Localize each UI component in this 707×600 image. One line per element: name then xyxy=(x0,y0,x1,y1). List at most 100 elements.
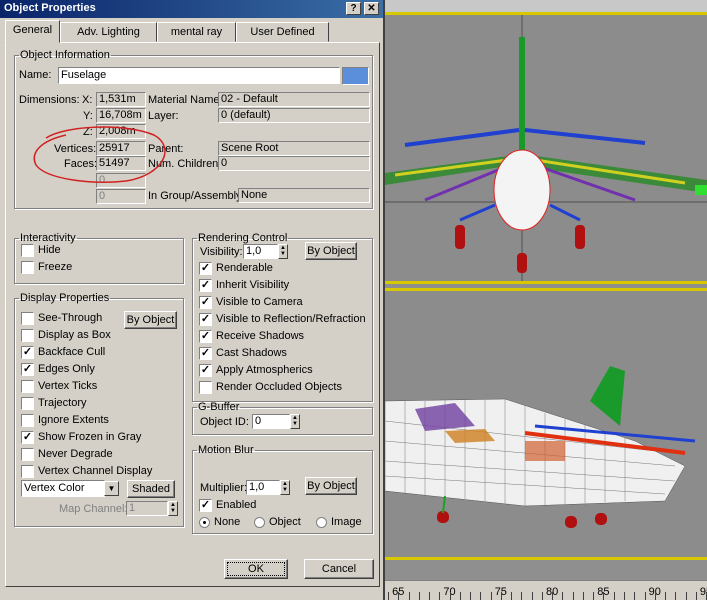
perspective-viewport[interactable] xyxy=(385,288,707,560)
render-apply-atmospherics-check-box[interactable]: ✓ xyxy=(199,364,212,377)
motion-blur-by-object-button[interactable]: By Object xyxy=(305,477,357,495)
tab-mental-ray[interactable]: mental ray xyxy=(157,22,236,42)
render-apply-atmospherics-checkbox[interactable]: ✓ Apply Atmospherics xyxy=(199,364,313,379)
freeze-label: Freeze xyxy=(38,261,73,273)
freeze-check-box[interactable] xyxy=(21,261,34,274)
display-see-through-label: See-Through xyxy=(38,312,103,324)
map-channel-spinner[interactable]: ▲ ▼ xyxy=(168,501,178,516)
rendering-by-object-button[interactable]: By Object xyxy=(305,242,357,260)
ruler-tick xyxy=(613,592,615,600)
visibility-input[interactable]: 1,0 xyxy=(243,244,278,259)
map-channel-input[interactable]: 1 xyxy=(126,501,168,516)
hide-checkbox[interactable]: Hide xyxy=(21,244,61,259)
tab-general[interactable]: General xyxy=(5,20,60,43)
rendering-control-legend: Rendering Control xyxy=(198,232,288,244)
window-title: Object Properties xyxy=(4,2,96,14)
display-by-object-button[interactable]: By Object xyxy=(124,311,177,329)
display-vertex-channel-display-checkbox[interactable]: Vertex Channel Display xyxy=(21,465,152,480)
enabled-check-box[interactable]: ✓ xyxy=(199,499,212,512)
display-ignore-extents-checkbox[interactable]: Ignore Extents xyxy=(21,414,109,429)
display-edges-only-label: Edges Only xyxy=(38,363,95,375)
viewport-area[interactable] xyxy=(385,0,707,600)
image-label: Image xyxy=(331,516,362,528)
tab-adv-lighting[interactable]: Adv. Lighting xyxy=(60,22,157,42)
map-channel-label: Map Channel: xyxy=(59,503,128,515)
chevron-down-icon[interactable]: ▼ xyxy=(104,481,119,496)
render-inherit-visibility-checkbox[interactable]: ✓ Inherit Visibility xyxy=(199,279,289,294)
ruler-tick xyxy=(480,592,482,600)
multiplier-input[interactable]: 1,0 xyxy=(246,480,280,495)
render-visible-to-camera-check-box[interactable]: ✓ xyxy=(199,296,212,309)
ok-button[interactable]: OK xyxy=(224,559,288,579)
ruler-tick xyxy=(521,592,523,600)
multiplier-spinner[interactable]: ▲ ▼ xyxy=(280,480,290,495)
visibility-spinner[interactable]: ▲ ▼ xyxy=(278,244,288,259)
object-id-spinner[interactable]: ▲ ▼ xyxy=(290,414,300,429)
display-ignore-extents-check-box[interactable] xyxy=(21,414,34,427)
display-vertex-ticks-label: Vertex Ticks xyxy=(38,380,98,392)
main-toolbar-strip[interactable] xyxy=(385,0,707,12)
display-display-as-box-check-box[interactable] xyxy=(21,329,34,342)
ruler-tick xyxy=(490,592,492,600)
none-radio-dot[interactable] xyxy=(199,517,210,528)
display-trajectory-checkbox[interactable]: Trajectory xyxy=(21,397,87,412)
ruler-tick xyxy=(398,592,400,600)
tab-user-defined[interactable]: User Defined xyxy=(236,22,329,42)
shaded-button[interactable]: Shaded xyxy=(127,480,175,498)
cancel-button[interactable]: Cancel xyxy=(304,559,374,579)
display-vertex-channel-display-check-box[interactable] xyxy=(21,465,34,478)
display-trajectory-check-box[interactable] xyxy=(21,397,34,410)
image-radio-dot[interactable] xyxy=(316,517,327,528)
render-renderable-checkbox[interactable]: ✓ Renderable xyxy=(199,262,273,277)
object-id-input[interactable]: 0 xyxy=(252,414,290,429)
render-receive-shadows-check-box[interactable]: ✓ xyxy=(199,330,212,343)
help-button[interactable]: ? xyxy=(346,2,361,15)
ruler-tick xyxy=(623,592,625,600)
display-never-degrade-checkbox[interactable]: Never Degrade xyxy=(21,448,113,463)
object-radio-dot[interactable] xyxy=(254,517,265,528)
render-receive-shadows-label: Receive Shadows xyxy=(216,330,305,342)
display-never-degrade-check-box[interactable] xyxy=(21,448,34,461)
motion-blur-legend: Motion Blur xyxy=(198,444,254,456)
display-backface-cull-checkbox[interactable]: ✓ Backface Cull xyxy=(21,346,105,361)
display-see-through-check-box[interactable] xyxy=(21,312,34,325)
ruler-tick xyxy=(572,592,574,600)
render-cast-shadows-checkbox[interactable]: ✓ Cast Shadows xyxy=(199,347,287,362)
vertex-color-dropdown[interactable]: Vertex Color xyxy=(21,480,105,497)
display-vertex-ticks-check-box[interactable] xyxy=(21,380,34,393)
freeze-checkbox[interactable]: Freeze xyxy=(21,261,72,276)
ruler-tick xyxy=(634,592,636,600)
display-vertex-ticks-checkbox[interactable]: Vertex Ticks xyxy=(21,380,97,395)
render-visible-to-camera-checkbox[interactable]: ✓ Visible to Camera xyxy=(199,296,303,311)
render-render-occluded-objects-label: Render Occluded Objects xyxy=(216,381,342,393)
close-icon[interactable]: ✕ xyxy=(364,2,379,15)
none-radio[interactable]: None xyxy=(199,516,240,531)
display-edges-only-checkbox[interactable]: ✓ Edges Only xyxy=(21,363,95,378)
render-visible-to-reflection-refraction-checkbox[interactable]: ✓ Visible to Reflection/Refraction xyxy=(199,313,366,328)
object-radio[interactable]: Object xyxy=(254,516,301,531)
enabled-checkbox[interactable]: ✓ Enabled xyxy=(199,499,256,514)
title-bar[interactable]: Object Properties ? ✕ xyxy=(0,0,383,18)
ruler-tick xyxy=(388,592,389,600)
display-show-frozen-in-gray-checkbox[interactable]: ✓ Show Frozen in Gray xyxy=(21,431,141,446)
render-receive-shadows-checkbox[interactable]: ✓ Receive Shadows xyxy=(199,330,304,345)
display-properties-legend: Display Properties xyxy=(20,292,110,304)
render-inherit-visibility-label: Inherit Visibility xyxy=(216,279,290,291)
render-visible-to-reflection-refraction-check-box[interactable]: ✓ xyxy=(199,313,212,326)
front-viewport[interactable] xyxy=(385,12,707,284)
render-cast-shadows-check-box[interactable]: ✓ xyxy=(199,347,212,360)
render-renderable-check-box[interactable]: ✓ xyxy=(199,262,212,275)
display-edges-only-check-box[interactable]: ✓ xyxy=(21,363,34,376)
render-inherit-visibility-check-box[interactable]: ✓ xyxy=(199,279,212,292)
render-render-occluded-objects-checkbox[interactable]: Render Occluded Objects xyxy=(199,381,342,396)
display-show-frozen-in-gray-check-box[interactable]: ✓ xyxy=(21,431,34,444)
ruler-tick xyxy=(562,592,564,600)
ruler-tick xyxy=(582,592,584,600)
render-render-occluded-objects-check-box[interactable] xyxy=(199,381,212,394)
display-backface-cull-check-box[interactable]: ✓ xyxy=(21,346,34,359)
display-see-through-checkbox[interactable]: See-Through xyxy=(21,312,102,327)
ruler-tick xyxy=(429,592,431,600)
hide-check-box[interactable] xyxy=(21,244,34,257)
image-radio[interactable]: Image xyxy=(316,516,362,531)
display-display-as-box-checkbox[interactable]: Display as Box xyxy=(21,329,111,344)
